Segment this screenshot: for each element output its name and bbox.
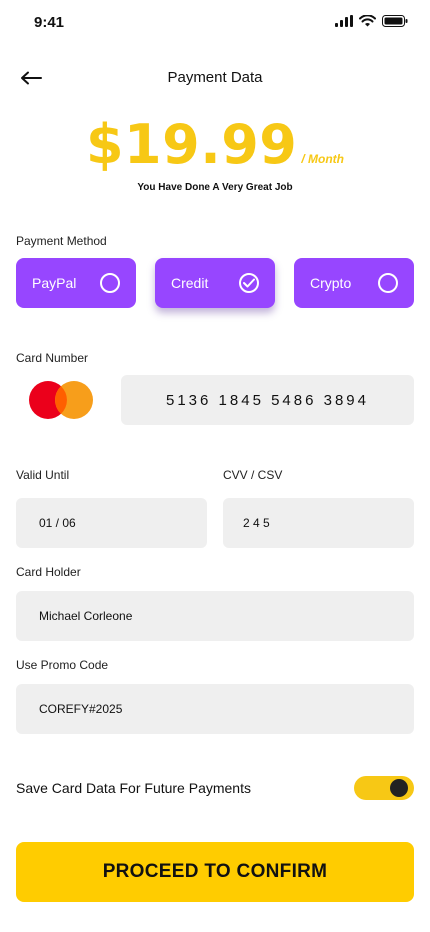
status-time: 9:41 — [34, 14, 65, 31]
cvv-label: CVV / CSV — [223, 468, 283, 482]
price-row: $19.99 / Month — [0, 118, 430, 172]
payment-method-label: Payment Method — [16, 234, 107, 248]
check-circle-icon — [239, 273, 259, 293]
tagline: You Have Done A Very Great Job — [137, 182, 293, 193]
card-holder-label: Card Holder — [16, 565, 81, 579]
save-card-label: Save Card Data For Future Payments — [16, 780, 251, 796]
card-number-label: Card Number — [16, 351, 89, 365]
method-paypal[interactable]: PayPal — [16, 258, 136, 308]
method-label: PayPal — [32, 275, 77, 291]
signal-icon — [335, 15, 353, 27]
proceed-to-confirm-button[interactable]: PROCEED TO CONFIRM — [16, 842, 414, 902]
wifi-icon — [359, 15, 376, 27]
cvv-field[interactable]: 2 4 5 — [223, 498, 414, 548]
radio-unchecked-icon — [378, 273, 398, 293]
header: Payment Data — [0, 62, 430, 94]
price: $19.99 — [85, 113, 298, 176]
method-label: Credit — [171, 275, 209, 291]
toggle-knob — [390, 779, 408, 797]
save-card-toggle[interactable] — [354, 776, 414, 800]
mastercard-icon — [29, 381, 93, 419]
payment-method-options: PayPal Credit Crypto — [16, 258, 414, 308]
valid-until-field[interactable]: 01 / 06 — [16, 498, 207, 548]
card-number-field[interactable]: 5136 1845 5486 3894 — [121, 375, 414, 425]
valid-until-label: Valid Until — [16, 468, 70, 482]
page-title: Payment Data — [167, 69, 263, 86]
battery-icon — [382, 15, 408, 27]
method-credit[interactable]: Credit — [155, 258, 275, 308]
method-crypto[interactable]: Crypto — [294, 258, 414, 308]
status-icons — [335, 15, 408, 27]
status-bar: 9:41 — [0, 0, 430, 46]
method-label: Crypto — [310, 275, 352, 291]
radio-unchecked-icon — [100, 273, 120, 293]
billing-period: / Month — [301, 152, 345, 166]
card-holder-field[interactable]: Michael Corleone — [16, 591, 414, 641]
promo-code-field[interactable]: COREFY#2025 — [16, 684, 414, 734]
promo-code-label: Use Promo Code — [16, 658, 109, 672]
